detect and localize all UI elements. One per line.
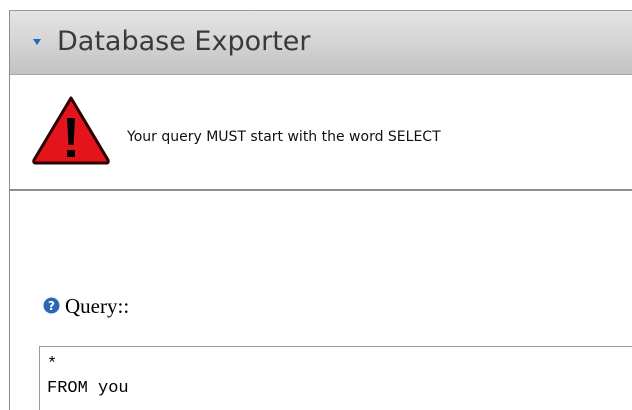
svg-text:?: ? [48, 299, 55, 313]
triangle-down-icon[interactable] [30, 36, 44, 48]
query-input[interactable]: * FROM you [39, 346, 632, 410]
divider [10, 189, 632, 191]
panel-title: Database Exporter [57, 26, 311, 57]
query-label: Query:: [65, 294, 130, 318]
database-exporter-panel: Database Exporter Your query MUST start … [9, 10, 632, 410]
question-circle-icon[interactable]: ? [43, 297, 60, 314]
alert-message: Your query MUST start with the word SELE… [127, 129, 441, 145]
warning-icon [32, 96, 110, 165]
panel-header: Database Exporter [10, 11, 632, 75]
